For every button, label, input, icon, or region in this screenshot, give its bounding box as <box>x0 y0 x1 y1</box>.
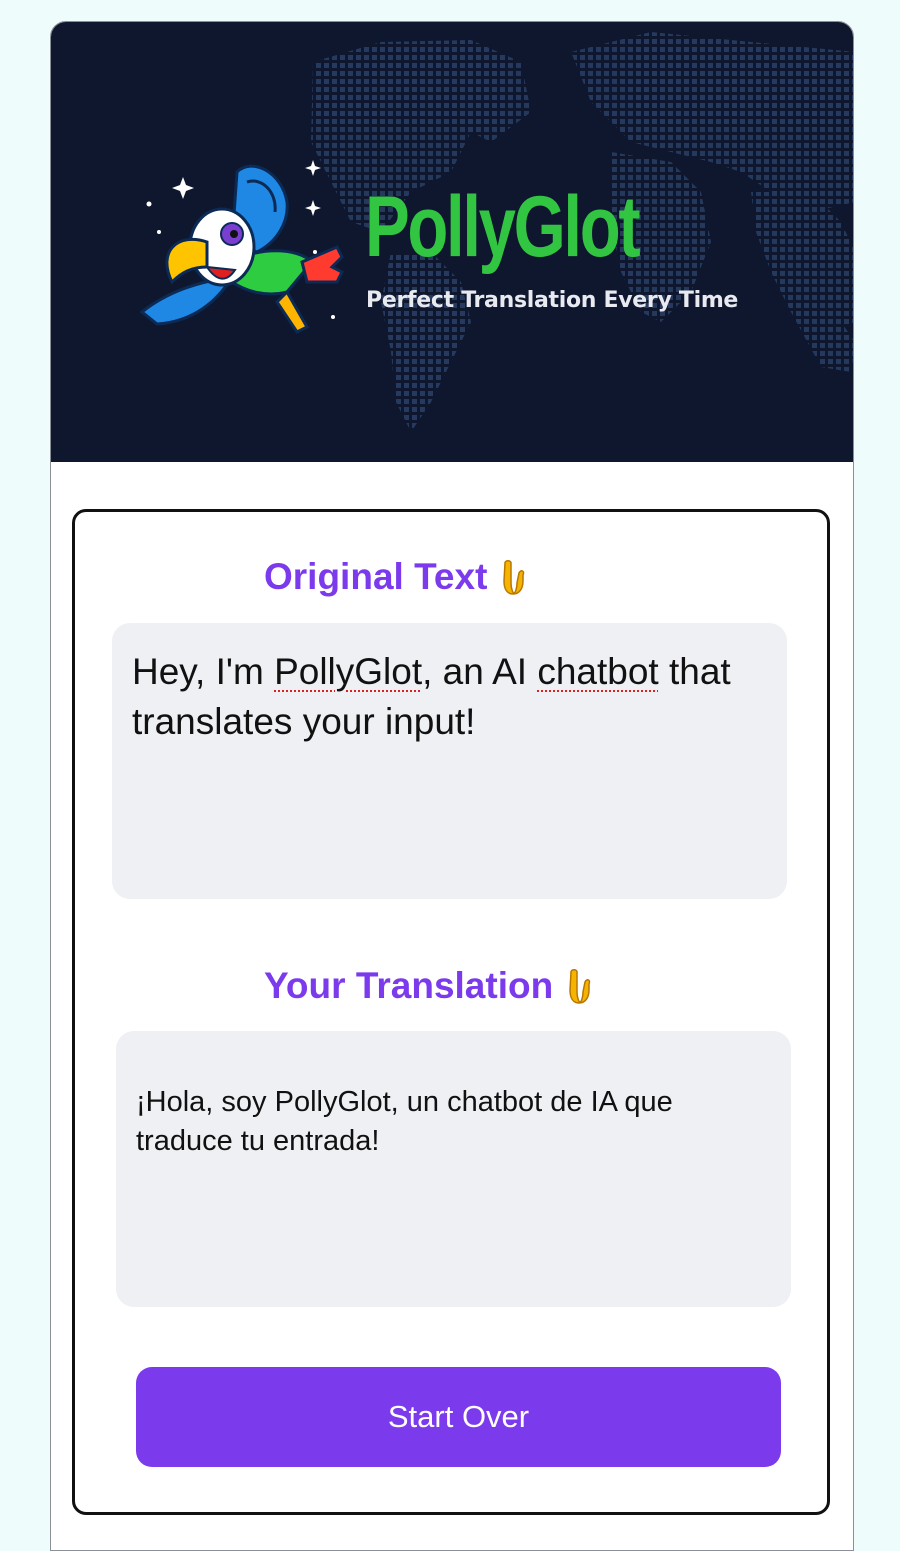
translation-card: Original Text Hey, I'm PollyGlot, an AI … <box>72 509 830 1515</box>
pointing-down-hand-icon <box>569 969 591 1004</box>
original-text-input[interactable]: Hey, I'm PollyGlot, an AI chatbot that t… <box>112 623 787 899</box>
translation-heading-label: Your Translation <box>264 965 554 1006</box>
translation-heading: Your Translation <box>264 965 593 1007</box>
pointing-down-hand-icon <box>503 560 525 595</box>
app-container: PollyGlot Perfect Translation Every Time… <box>50 21 854 1551</box>
original-text-part: , an AI <box>422 651 538 692</box>
brand-name: PollyGlot <box>365 179 641 275</box>
header-banner: PollyGlot Perfect Translation Every Time <box>51 22 853 462</box>
misspelled-word: PollyGlot <box>274 651 423 692</box>
brand-tagline: Perfect Translation Every Time <box>366 288 739 313</box>
misspelled-word: chatbot <box>537 651 659 692</box>
translation-output: ¡Hola, soy PollyGlot, un chatbot de IA q… <box>116 1031 791 1307</box>
start-over-button[interactable]: Start Over <box>136 1367 781 1467</box>
original-text-heading: Original Text <box>264 556 527 598</box>
parrot-logo-icon <box>139 160 345 334</box>
original-text-part: Hey, I'm <box>132 651 275 692</box>
translation-text: ¡Hola, soy PollyGlot, un chatbot de IA q… <box>136 1086 673 1157</box>
original-text-heading-label: Original Text <box>264 556 488 597</box>
